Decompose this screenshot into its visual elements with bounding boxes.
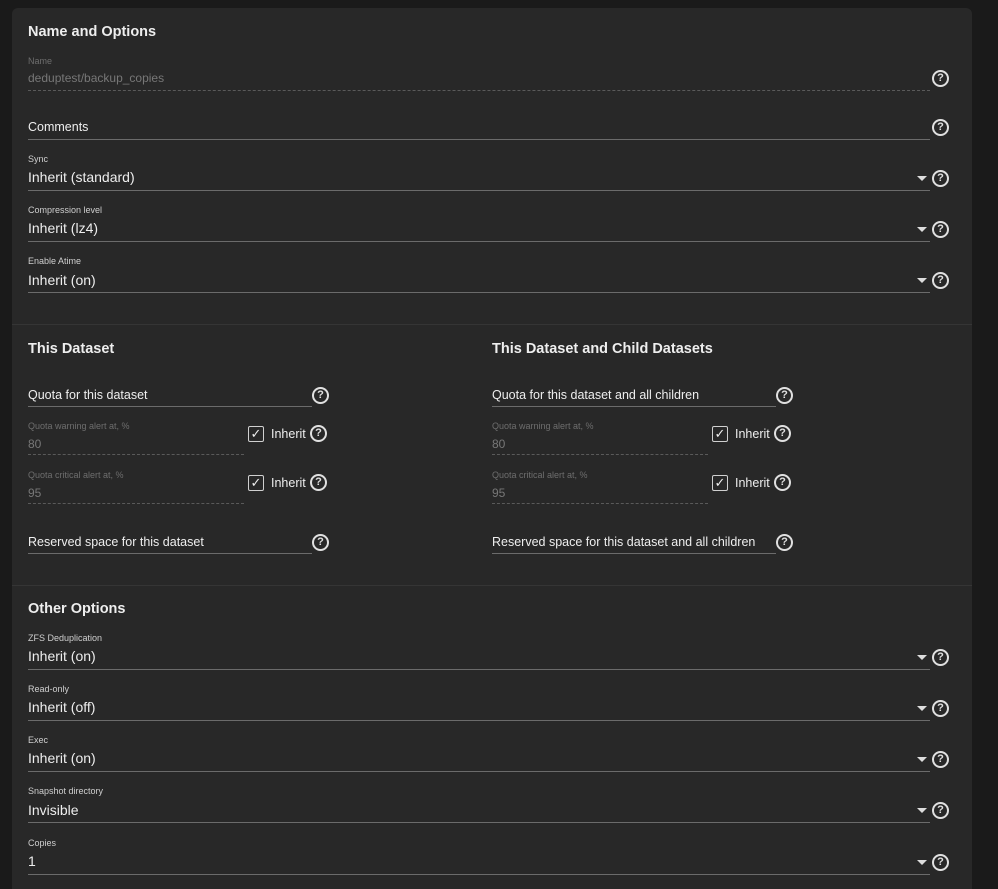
check-icon: ✓: [250, 475, 262, 490]
quota-dataset-help-icon[interactable]: ?: [312, 387, 329, 404]
quota-critical-help-icon[interactable]: ?: [310, 474, 327, 491]
reserved-dataset-underline: [28, 553, 312, 554]
quota-critical-inherit-label: Inherit: [271, 476, 306, 490]
quota-critical-label: Quota critical alert at, %: [28, 470, 124, 480]
quota-warning-help-icon[interactable]: ?: [310, 425, 327, 442]
comments-underline: [28, 139, 930, 140]
quota-dataset-input[interactable]: Quota for this dataset: [28, 388, 148, 402]
section-divider: [12, 324, 972, 325]
children-critical-inherit-checkbox[interactable]: ✓: [712, 475, 728, 491]
dedup-underline: [28, 669, 930, 670]
quota-critical-underline: [28, 503, 244, 504]
sync-underline: [28, 190, 930, 191]
children-warning-underline: [492, 454, 708, 455]
atime-select[interactable]: Inherit (on): [28, 272, 96, 288]
snapdir-underline: [28, 822, 930, 823]
reserved-children-underline: [492, 553, 776, 554]
readonly-underline: [28, 720, 930, 721]
copies-underline: [28, 874, 930, 875]
quota-children-help-icon[interactable]: ?: [776, 387, 793, 404]
children-critical-label: Quota critical alert at, %: [492, 470, 588, 480]
reserved-dataset-input[interactable]: Reserved space for this dataset: [28, 535, 204, 549]
sync-label: Sync: [28, 154, 49, 164]
children-critical-help-icon[interactable]: ?: [774, 474, 791, 491]
children-warning-label: Quota warning alert at, %: [492, 421, 594, 431]
children-warning-input[interactable]: 80: [492, 437, 505, 451]
readonly-help-icon[interactable]: ?: [932, 700, 949, 717]
name-field-underline: [28, 90, 930, 91]
exec-help-icon[interactable]: ?: [932, 751, 949, 768]
dataset-options-card: Name and Options Name deduptest/backup_c…: [12, 8, 972, 889]
quota-warning-underline: [28, 454, 244, 455]
exec-select[interactable]: Inherit (on): [28, 750, 96, 766]
readonly-select[interactable]: Inherit (off): [28, 699, 95, 715]
quota-warning-inherit-checkbox[interactable]: ✓: [248, 426, 264, 442]
children-warning-inherit-label: Inherit: [735, 427, 770, 441]
copies-label: Copies: [28, 838, 57, 848]
copies-select[interactable]: 1: [28, 853, 36, 869]
quota-children-underline: [492, 406, 776, 407]
sync-chevron-down-icon[interactable]: [917, 176, 927, 181]
exec-chevron-down-icon[interactable]: [917, 757, 927, 762]
snapdir-select[interactable]: Invisible: [28, 802, 79, 818]
dedup-help-icon[interactable]: ?: [932, 649, 949, 666]
readonly-chevron-down-icon[interactable]: [917, 706, 927, 711]
check-icon: ✓: [714, 426, 726, 441]
snapdir-help-icon[interactable]: ?: [932, 802, 949, 819]
section-heading-other-options: Other Options: [28, 601, 126, 617]
compression-underline: [28, 241, 930, 242]
snapdir-chevron-down-icon[interactable]: [917, 808, 927, 813]
compression-help-icon[interactable]: ?: [932, 221, 949, 238]
quota-critical-inherit-checkbox[interactable]: ✓: [248, 475, 264, 491]
compression-label: Compression level: [28, 205, 103, 215]
name-field-value: deduptest/backup_copies: [28, 71, 165, 85]
children-warning-help-icon[interactable]: ?: [774, 425, 791, 442]
name-help-icon[interactable]: ?: [932, 70, 949, 87]
name-field-label: Name: [28, 56, 53, 66]
reserved-children-input[interactable]: Reserved space for this dataset and all …: [492, 535, 755, 549]
comments-help-icon[interactable]: ?: [932, 119, 949, 136]
atime-underline: [28, 292, 930, 293]
compression-select[interactable]: Inherit (lz4): [28, 220, 98, 236]
children-critical-inherit-label: Inherit: [735, 476, 770, 490]
dedup-chevron-down-icon[interactable]: [917, 655, 927, 660]
check-icon: ✓: [250, 426, 262, 441]
quota-critical-input[interactable]: 95: [28, 486, 41, 500]
dedup-select[interactable]: Inherit (on): [28, 648, 96, 664]
sync-select[interactable]: Inherit (standard): [28, 169, 135, 185]
children-critical-underline: [492, 503, 708, 504]
sync-help-icon[interactable]: ?: [932, 170, 949, 187]
quota-warning-label: Quota warning alert at, %: [28, 421, 130, 431]
comments-input[interactable]: Comments: [28, 120, 88, 134]
exec-label: Exec: [28, 735, 49, 745]
dedup-label: ZFS Deduplication: [28, 633, 103, 643]
reserved-dataset-help-icon[interactable]: ?: [312, 534, 329, 551]
children-warning-inherit-checkbox[interactable]: ✓: [712, 426, 728, 442]
quota-warning-inherit-label: Inherit: [271, 427, 306, 441]
readonly-label: Read-only: [28, 684, 70, 694]
copies-help-icon[interactable]: ?: [932, 854, 949, 871]
exec-underline: [28, 771, 930, 772]
quota-dataset-underline: [28, 406, 312, 407]
copies-chevron-down-icon[interactable]: [917, 860, 927, 865]
children-critical-input[interactable]: 95: [492, 486, 505, 500]
section-divider: [12, 585, 972, 586]
section-heading-name-options: Name and Options: [28, 24, 157, 40]
section-heading-child-datasets: This Dataset and Child Datasets: [492, 341, 713, 357]
compression-chevron-down-icon[interactable]: [917, 227, 927, 232]
quota-warning-input[interactable]: 80: [28, 437, 41, 451]
check-icon: ✓: [714, 475, 726, 490]
atime-help-icon[interactable]: ?: [932, 272, 949, 289]
section-heading-this-dataset: This Dataset: [28, 341, 115, 357]
atime-label: Enable Atime: [28, 256, 82, 266]
atime-chevron-down-icon[interactable]: [917, 278, 927, 283]
quota-children-input[interactable]: Quota for this dataset and all children: [492, 388, 699, 402]
snapdir-label: Snapshot directory: [28, 786, 104, 796]
reserved-children-help-icon[interactable]: ?: [776, 534, 793, 551]
